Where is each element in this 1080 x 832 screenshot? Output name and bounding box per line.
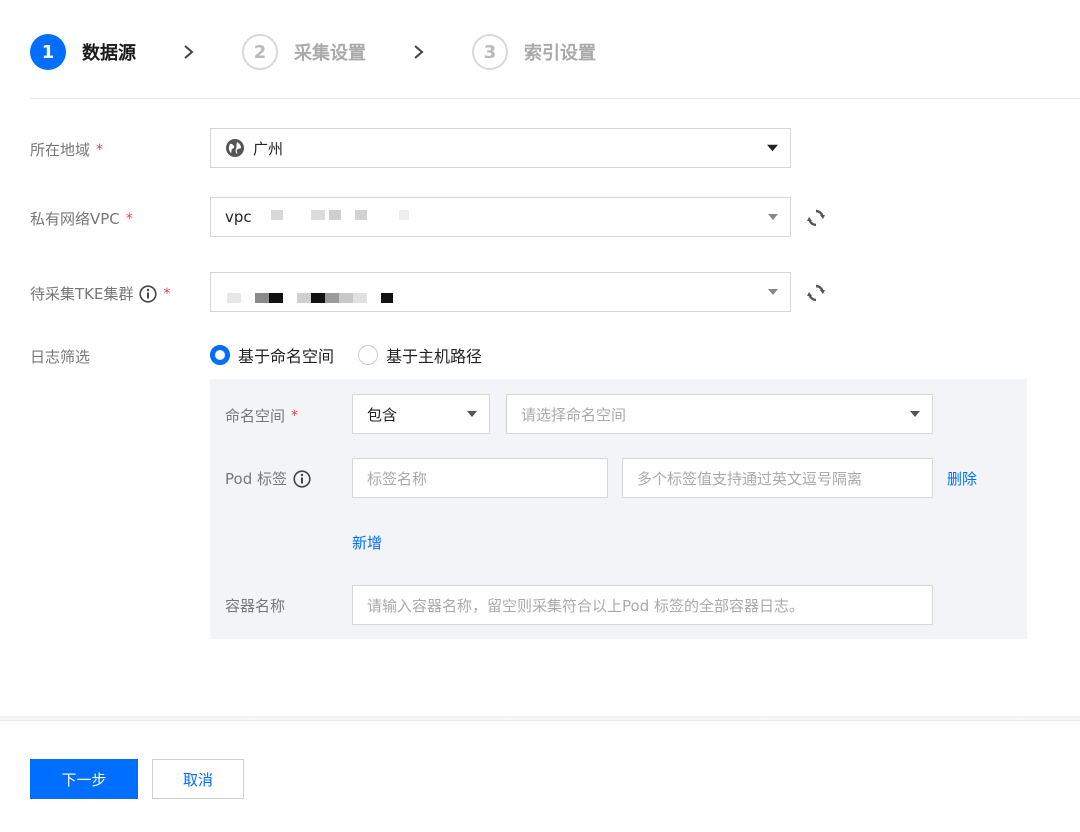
footer-shadow <box>0 716 1080 722</box>
redaction-mask <box>271 210 283 220</box>
redaction-mask <box>255 293 269 303</box>
caret-down-icon <box>768 214 778 220</box>
redaction-mask <box>355 210 367 220</box>
chevron-right-icon <box>366 44 472 60</box>
step-2[interactable]: 2 采集设置 <box>242 34 366 70</box>
radio-host-path[interactable]: 基于主机路径 <box>358 343 482 367</box>
caret-down-icon <box>767 144 778 152</box>
step-1-number: 1 <box>30 34 66 70</box>
pod-label-value-input[interactable]: 多个标签值支持通过英文逗号隔离 <box>622 458 933 498</box>
step-2-number: 2 <box>242 34 278 70</box>
pod-label-label: Pod 标签 <box>225 468 311 489</box>
radio-checked-icon <box>210 345 230 365</box>
region-label: 所在地域 * <box>30 141 104 159</box>
vpc-label: 私有网络VPC * <box>30 210 133 228</box>
redaction-mask <box>399 210 409 220</box>
namespace-mode-select[interactable]: 包含 <box>352 394 490 434</box>
radio-namespace[interactable]: 基于命名空间 <box>210 343 334 367</box>
info-icon[interactable] <box>139 284 158 303</box>
pod-label-name-input[interactable]: 标签名称 <box>352 458 608 498</box>
required-mark: * <box>163 285 171 302</box>
globe-icon <box>226 139 244 157</box>
redaction-mask <box>297 293 311 303</box>
redaction-mask <box>325 293 339 303</box>
required-mark: * <box>96 141 104 158</box>
namespace-filter-panel: 命名空间 * 包含 请选择命名空间 Pod 标签 标签名称 多个标签值支持通过英… <box>210 379 1027 639</box>
step-1[interactable]: 1 数据源 <box>30 34 136 70</box>
namespace-select[interactable]: 请选择命名空间 <box>506 394 933 434</box>
step-3[interactable]: 3 索引设置 <box>472 34 596 70</box>
step-2-label: 采集设置 <box>294 43 366 64</box>
chevron-right-icon <box>136 44 242 60</box>
step-3-number: 3 <box>472 34 508 70</box>
cluster-label: 待采集TKE集群 * <box>30 284 171 303</box>
vpc-select[interactable]: vpc <box>210 197 791 237</box>
redaction-mask <box>227 293 241 303</box>
step-indicator: 1 数据源 2 采集设置 3 索引设置 <box>30 30 596 74</box>
region-value: 广州 <box>253 139 284 158</box>
delete-label-link[interactable]: 删除 <box>947 468 977 489</box>
add-label-link[interactable]: 新增 <box>352 532 382 553</box>
caret-down-icon <box>910 411 920 417</box>
redaction-mask <box>269 293 283 303</box>
required-mark: * <box>125 210 133 227</box>
redaction-mask <box>339 293 353 303</box>
page: 1 数据源 2 采集设置 3 索引设置 所在地域 * 广州 私有网络VPC * … <box>0 0 1080 832</box>
container-name-input[interactable]: 请输入容器名称，留空则采集符合以上Pod 标签的全部容器日志。 <box>352 585 933 625</box>
info-icon[interactable] <box>293 469 311 488</box>
namespace-label: 命名空间 * <box>225 407 299 425</box>
caret-down-icon <box>768 289 778 295</box>
step-1-label: 数据源 <box>82 43 136 64</box>
footer-divider <box>0 720 1080 721</box>
refresh-icon[interactable] <box>806 208 826 228</box>
refresh-icon[interactable] <box>806 283 826 303</box>
log-filter-label: 日志筛选 <box>30 348 91 366</box>
log-filter-radio-group: 基于命名空间 基于主机路径 <box>210 344 506 366</box>
redaction-mask <box>329 210 341 220</box>
next-step-button[interactable]: 下一步 <box>30 759 138 799</box>
redaction-mask <box>381 293 393 303</box>
redaction-mask <box>311 293 325 303</box>
redaction-mask <box>353 293 367 303</box>
cluster-select[interactable] <box>210 272 791 312</box>
region-select[interactable]: 广州 <box>210 128 791 168</box>
vpc-value: vpc <box>225 208 252 226</box>
step-3-label: 索引设置 <box>524 43 596 64</box>
caret-down-icon <box>467 411 477 417</box>
container-name-label: 容器名称 <box>225 597 286 615</box>
cancel-button[interactable]: 取消 <box>152 759 244 799</box>
radio-unchecked-icon <box>358 345 379 365</box>
header-divider <box>30 98 1080 99</box>
required-mark: * <box>291 407 299 424</box>
redaction-mask <box>311 210 325 220</box>
